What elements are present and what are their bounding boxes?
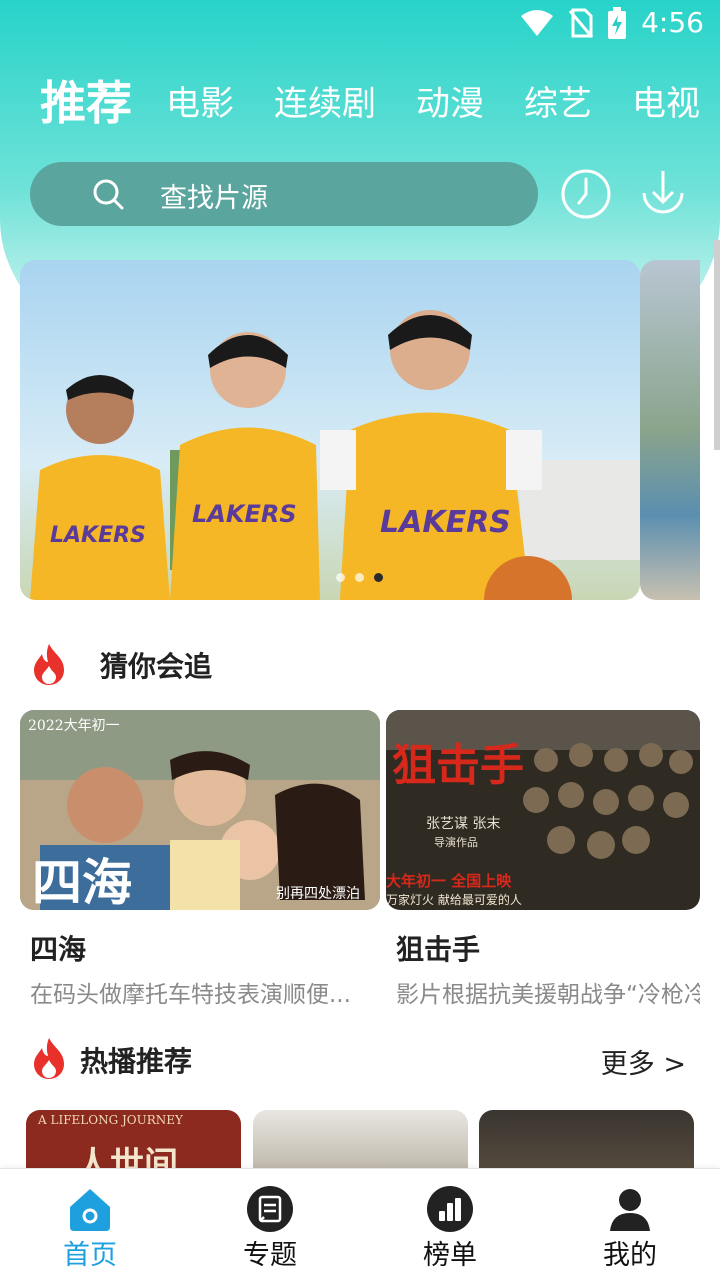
tab-anime[interactable]: 动漫 [416, 76, 484, 125]
movie-poster-sihai[interactable]: 2022大年初一 四海 别再四处漂泊 [20, 710, 380, 910]
search-placeholder: 查找片源 [160, 183, 268, 214]
bottom-navigation: 首页 专题 榜单 我的 [0, 1168, 720, 1280]
history-clock-icon[interactable] [559, 167, 613, 221]
ranking-icon [427, 1186, 473, 1232]
no-sim-icon [569, 8, 594, 38]
jersey-text-1: LAKERS [50, 523, 146, 548]
topics-icon [247, 1186, 293, 1232]
poster-date: 大年初一 全国上映 [386, 872, 512, 890]
poster-image: 狙击手 张艺谋 张末 导演作品 大年初一 全国上映 万家灯火 献给最可爱的人 [386, 710, 700, 910]
poster-credit-sub: 导演作品 [434, 835, 478, 849]
nav-label: 专题 [243, 1240, 297, 1271]
nav-topics[interactable]: 专题 [210, 1169, 330, 1280]
carousel-dots [336, 573, 383, 582]
banner-image: LAKERS LAKERS LAKERS [20, 260, 640, 600]
tab-series[interactable]: 连续剧 [274, 76, 376, 125]
poster-title: 狙击手 [392, 740, 524, 791]
fire-icon [34, 644, 64, 685]
thumbnail-caption: A LIFELONG JOURNEY [37, 1113, 184, 1127]
section-title-hot: 热播推荐 [80, 1045, 193, 1078]
jersey-text-3: LAKERS [380, 505, 511, 540]
more-link[interactable]: 更多 > [601, 1042, 686, 1081]
battery-charging-icon [608, 6, 627, 39]
movie-poster-sniper[interactable]: 狙击手 张艺谋 张末 导演作品 大年初一 全国上映 万家灯火 献给最可爱的人 [386, 710, 700, 910]
nav-ranking[interactable]: 榜单 [390, 1169, 510, 1280]
card-title[interactable]: 四海 [30, 928, 86, 968]
home-icon [70, 1189, 110, 1231]
card-description: 影片根据抗美援朝战争“冷枪冷炮运动” [396, 982, 700, 1008]
section-title-guess: 猜你会追 [100, 650, 213, 683]
nav-home[interactable]: 首页 [30, 1169, 150, 1280]
poster-slogan: 别再四处漂泊 [276, 886, 360, 902]
tab-variety[interactable]: 综艺 [524, 76, 592, 125]
nav-label: 榜单 [423, 1240, 477, 1271]
profile-icon [610, 1189, 650, 1231]
fire-icon [34, 1038, 64, 1079]
wifi-icon [521, 9, 554, 36]
category-tabs: 推荐 电影 连续剧 动漫 综艺 电视 [40, 70, 720, 130]
banner-next-slide[interactable] [640, 260, 700, 600]
card-title[interactable]: 狙击手 [396, 928, 480, 968]
carousel-dot[interactable] [355, 573, 364, 582]
scrollbar[interactable] [714, 240, 720, 450]
poster-slogan: 万家灯火 献给最可爱的人 [386, 892, 522, 907]
status-time: 4:56 [641, 6, 704, 39]
tab-recommend[interactable]: 推荐 [40, 70, 132, 130]
poster-tag: 2022大年初一 [28, 717, 120, 734]
nav-label: 我的 [603, 1240, 657, 1271]
card-description: 在码头做摩托车特技表演顺便... [30, 982, 351, 1008]
tab-movie[interactable]: 电影 [166, 76, 234, 125]
carousel-dot-active[interactable] [374, 573, 383, 582]
banner-carousel[interactable]: LAKERS LAKERS LAKERS [20, 260, 640, 600]
nav-profile[interactable]: 我的 [570, 1169, 690, 1280]
search-input[interactable]: 查找片源 [30, 162, 538, 226]
nav-label: 首页 [63, 1240, 117, 1271]
poster-image: 2022大年初一 四海 别再四处漂泊 [20, 710, 380, 910]
tab-tv[interactable]: 电视 [632, 76, 700, 125]
poster-credit: 张艺谋 张末 [426, 816, 500, 832]
status-bar: 4:56 [0, 0, 720, 50]
jersey-text-2: LAKERS [192, 500, 297, 528]
carousel-dot[interactable] [336, 573, 345, 582]
poster-title: 四海 [32, 853, 132, 910]
search-icon [93, 179, 124, 210]
download-icon[interactable] [636, 167, 690, 221]
